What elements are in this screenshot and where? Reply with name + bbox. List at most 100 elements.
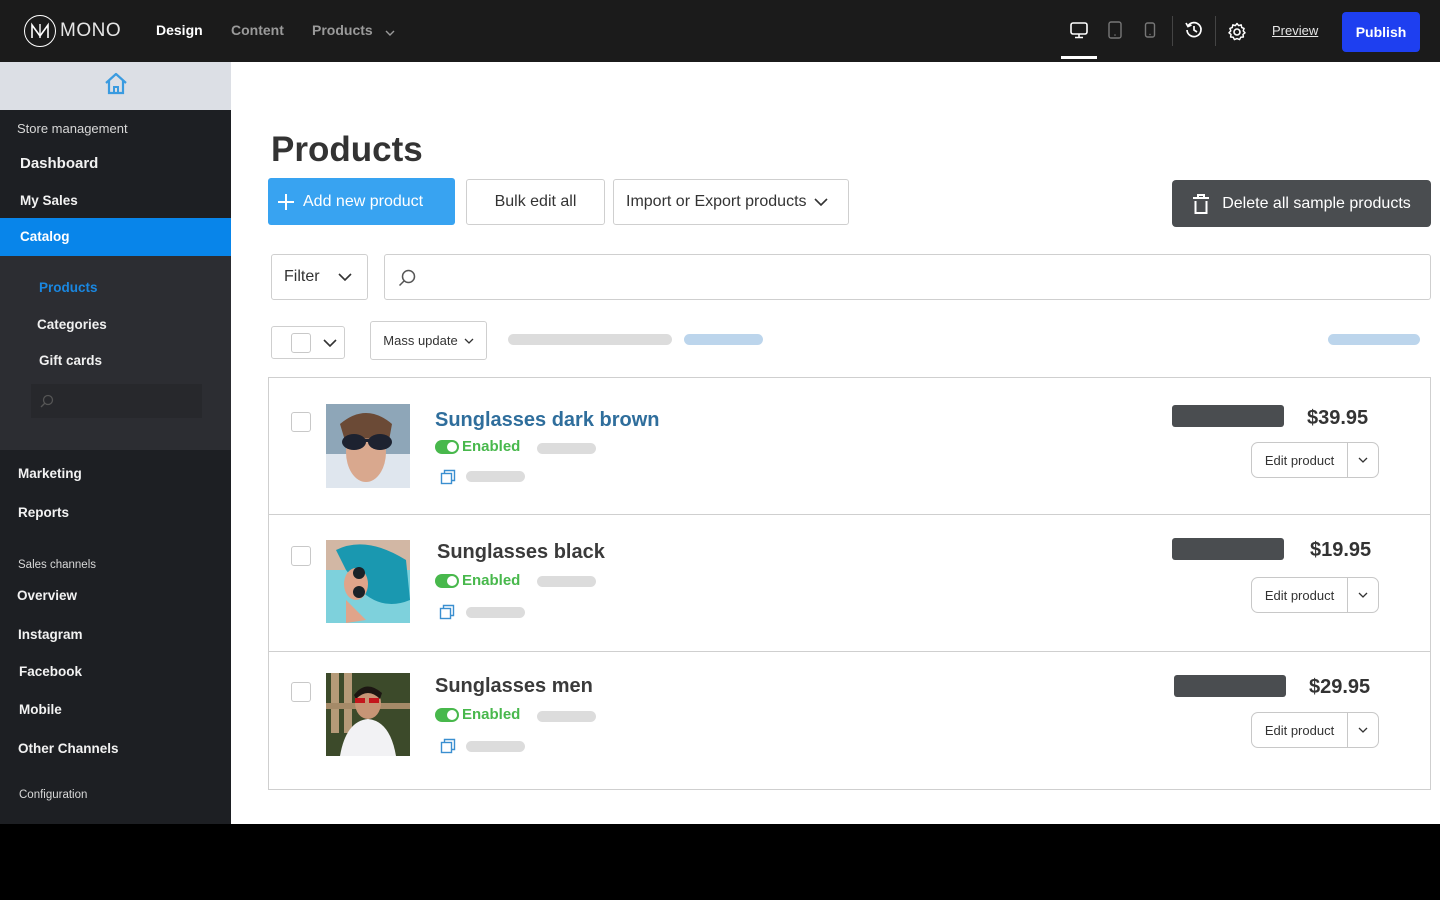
product-name[interactable]: Sunglasses men: [435, 675, 593, 698]
logo-mark-icon: [24, 15, 56, 47]
edit-product-split-button: Edit product: [1251, 442, 1379, 478]
edit-product-split-button: Edit product: [1251, 712, 1379, 748]
chevron-down-icon: [337, 273, 352, 281]
catalog-submenu: Products Categories Gift cards: [0, 256, 231, 450]
add-new-product-button[interactable]: Add new product: [268, 178, 455, 225]
home-button[interactable]: [0, 62, 231, 110]
sidebar-subitem-gift-cards[interactable]: Gift cards: [39, 353, 102, 368]
sidebar-item-other-channels[interactable]: Other Channels: [18, 741, 119, 756]
nav-products[interactable]: Products: [312, 22, 395, 39]
sidebar-item-instagram[interactable]: Instagram: [18, 627, 83, 642]
select-all-checkbox[interactable]: [291, 332, 311, 353]
toggle-enabled-icon[interactable]: [435, 573, 459, 588]
edit-product-split-button: Edit product: [1251, 577, 1379, 613]
sidebar-search-input[interactable]: [31, 384, 202, 418]
toggle-enabled-icon[interactable]: [435, 439, 459, 454]
mobile-icon[interactable]: [1144, 20, 1156, 45]
bulk-edit-all-button[interactable]: Bulk edit all: [466, 179, 605, 225]
product-status[interactable]: Enabled: [435, 572, 520, 589]
product-status-label: Enabled: [462, 706, 521, 723]
search-icon: [397, 268, 417, 293]
product-thumbnail[interactable]: [326, 673, 410, 756]
placeholder-skeleton: [466, 471, 525, 482]
sidebar-item-marketing[interactable]: Marketing: [18, 466, 82, 481]
chevron-down-icon: [385, 23, 395, 39]
logo[interactable]: MONO: [24, 15, 121, 47]
sidebar-item-overview[interactable]: Overview: [17, 588, 77, 603]
product-checkbox[interactable]: [291, 546, 311, 566]
mass-update-label: Mass update: [383, 333, 458, 348]
product-thumbnail[interactable]: [326, 404, 410, 488]
sidebar-item-dashboard[interactable]: Dashboard: [20, 155, 98, 172]
product-checkbox[interactable]: [291, 412, 311, 432]
select-all-dropdown[interactable]: [271, 326, 345, 359]
product-status[interactable]: Enabled: [435, 438, 520, 455]
chevron-down-icon: [1358, 592, 1368, 598]
copy-icon[interactable]: [440, 469, 456, 490]
product-status-label: Enabled: [462, 438, 521, 455]
sidebar-item-facebook[interactable]: Facebook: [19, 664, 82, 679]
edit-product-menu-button[interactable]: [1348, 578, 1378, 612]
edit-product-menu-button[interactable]: [1348, 443, 1378, 477]
add-new-product-label: Add new product: [303, 192, 424, 210]
product-row: Sunglasses dark brown Enabled $39.95 Edi…: [269, 378, 1430, 515]
sidebar-subitem-categories[interactable]: Categories: [37, 317, 107, 332]
import-export-dropdown[interactable]: Import or Export products: [613, 179, 849, 225]
logo-text: MONO: [60, 20, 122, 41]
section-store-management: Store management: [17, 121, 128, 136]
placeholder-skeleton: [537, 576, 596, 587]
page-title: Products: [271, 130, 423, 169]
edit-product-button[interactable]: Edit product: [1252, 443, 1348, 477]
product-search-input[interactable]: [425, 255, 1415, 299]
product-checkbox[interactable]: [291, 682, 311, 702]
product-search-field[interactable]: [384, 254, 1431, 300]
placeholder-skeleton: [537, 443, 596, 454]
delete-sample-products-button[interactable]: Delete all sample products: [1172, 180, 1431, 227]
nav-content[interactable]: Content: [231, 22, 284, 38]
edit-product-button[interactable]: Edit product: [1252, 713, 1348, 747]
placeholder-skeleton: [466, 607, 525, 618]
nav-design[interactable]: Design: [156, 22, 203, 38]
sidebar-item-configuration[interactable]: Configuration: [19, 789, 87, 801]
product-status[interactable]: Enabled: [435, 706, 520, 723]
import-export-label: Import or Export products: [626, 193, 807, 210]
sidebar-item-catalog[interactable]: Catalog: [0, 218, 231, 256]
placeholder-skeleton: [508, 334, 672, 345]
copy-icon[interactable]: [439, 604, 455, 625]
product-list: Sunglasses dark brown Enabled $39.95 Edi…: [268, 377, 1431, 790]
active-device-indicator: [1061, 56, 1097, 59]
product-name-link[interactable]: Sunglasses dark brown: [435, 409, 660, 432]
placeholder-skeleton: [466, 741, 525, 752]
product-price: $19.95: [1310, 539, 1372, 561]
tablet-icon[interactable]: [1107, 20, 1123, 45]
desktop-icon[interactable]: [1069, 20, 1089, 45]
placeholder-skeleton: [537, 711, 596, 722]
chevron-down-icon: [323, 338, 337, 347]
chevron-down-icon: [1358, 457, 1368, 463]
product-row: Sunglasses men Enabled $29.95 Edit produ…: [269, 653, 1430, 790]
product-name[interactable]: Sunglasses black: [437, 541, 605, 564]
edit-product-button[interactable]: Edit product: [1252, 578, 1348, 612]
main-content: Products Add new product Bulk edit all I…: [231, 62, 1440, 824]
history-icon[interactable]: [1184, 20, 1204, 45]
product-price: $29.95: [1309, 676, 1371, 698]
mass-update-dropdown[interactable]: Mass update: [370, 321, 487, 360]
gear-icon[interactable]: [1227, 22, 1247, 47]
sidebar: Store management Dashboard My Sales Cata…: [0, 62, 231, 824]
chevron-down-icon: [813, 198, 828, 206]
sidebar-item-my-sales[interactable]: My Sales: [20, 193, 78, 208]
publish-button[interactable]: Publish: [1342, 12, 1420, 52]
toggle-enabled-icon[interactable]: [435, 707, 459, 722]
chevron-down-icon: [1358, 727, 1368, 733]
sidebar-subitem-products[interactable]: Products: [39, 280, 98, 295]
edit-product-menu-button[interactable]: [1348, 713, 1378, 747]
placeholder-skeleton: [1328, 334, 1420, 345]
placeholder-skeleton: [1174, 675, 1286, 697]
sidebar-item-mobile[interactable]: Mobile: [19, 702, 62, 717]
preview-link[interactable]: Preview: [1272, 23, 1318, 38]
filter-dropdown[interactable]: Filter: [271, 254, 368, 300]
product-price: $39.95: [1307, 407, 1369, 429]
copy-icon[interactable]: [440, 738, 456, 759]
sidebar-item-reports[interactable]: Reports: [18, 505, 69, 520]
product-thumbnail[interactable]: [326, 540, 410, 623]
